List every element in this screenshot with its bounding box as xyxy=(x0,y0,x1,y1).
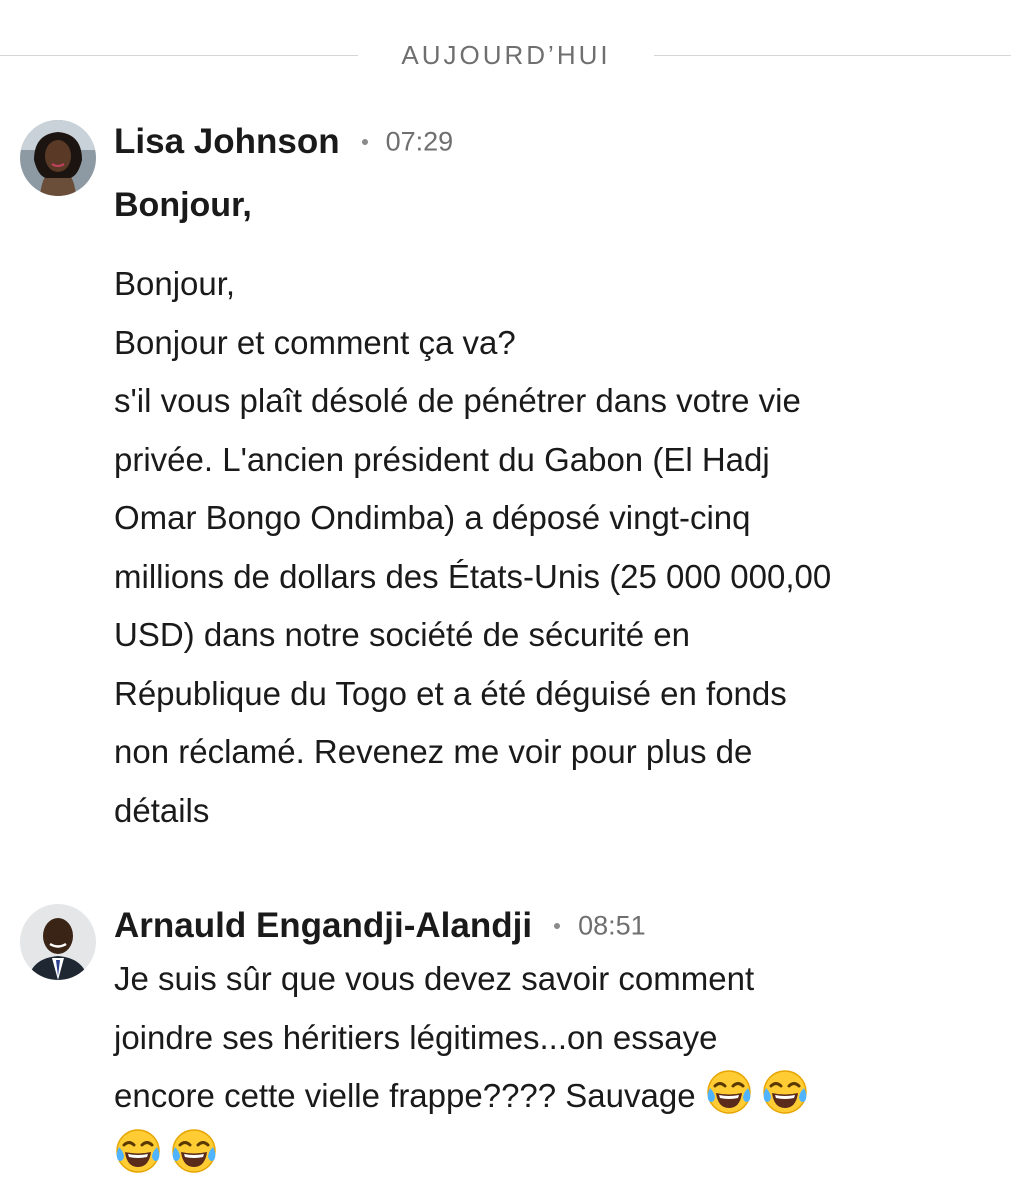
message-line: joindre ses héritiers légitimes...on ess… xyxy=(114,1018,718,1056)
message-line: millions de dollars des États-Unis (25 0… xyxy=(114,557,832,595)
avatar[interactable] xyxy=(20,120,96,196)
message-line xyxy=(114,1126,994,1185)
face-with-tears-of-joy-icon xyxy=(705,1068,753,1116)
message-line: détails xyxy=(114,791,210,829)
separator-dot xyxy=(361,139,368,145)
author-name[interactable]: Lisa Johnson xyxy=(114,122,340,161)
message-line: Bonjour et comment ça va? xyxy=(114,323,516,361)
message-line: Omar Bongo Ondimba) a déposé vingt-cinq xyxy=(114,499,751,536)
message-line: privée. L'ancien président du Gabon (El … xyxy=(114,440,770,478)
message-header: Lisa Johnson 07:29 xyxy=(114,122,453,166)
message-line: encore cette vielle frappe???? Sauvage xyxy=(114,1067,994,1126)
timestamp: 08:51 xyxy=(578,910,646,941)
message-line: République du Togo et a été déguisé en f… xyxy=(114,674,787,712)
timestamp: 07:29 xyxy=(385,126,454,157)
divider-line-right xyxy=(654,55,1011,56)
message-line: non réclamé. Revenez me voir pour plus d… xyxy=(114,733,753,770)
face-with-tears-of-joy-icon xyxy=(170,1127,218,1175)
message-header: Arnauld Engandji-Alandji 08:51 xyxy=(114,906,646,950)
message-line-text: encore cette vielle frappe???? Sauvage xyxy=(114,1077,696,1114)
face-with-tears-of-joy-icon xyxy=(114,1127,162,1175)
message-line: USD) dans notre société de sécurité en xyxy=(114,616,690,653)
message-body: Bonjour, Bonjour et comment ça va? s'il … xyxy=(114,255,994,840)
message-line: Je suis sûr que vous devez savoir commen… xyxy=(114,960,755,997)
message-body: Je suis sûr que vous devez savoir commen… xyxy=(114,950,994,1184)
message-subject: Bonjour, xyxy=(114,186,252,224)
day-divider: AUJOURD’HUI xyxy=(0,36,1011,72)
author-name[interactable]: Arnauld Engandji-Alandji xyxy=(114,906,532,945)
avatar[interactable] xyxy=(20,904,96,980)
divider-line-left xyxy=(0,55,358,56)
face-with-tears-of-joy-icon xyxy=(761,1068,809,1116)
separator-dot xyxy=(554,923,561,929)
message-line: Bonjour, xyxy=(114,265,236,302)
message-line: s'il vous plaît désolé de pénétrer dans … xyxy=(114,382,801,419)
day-divider-label: AUJOURD’HUI xyxy=(401,40,611,70)
